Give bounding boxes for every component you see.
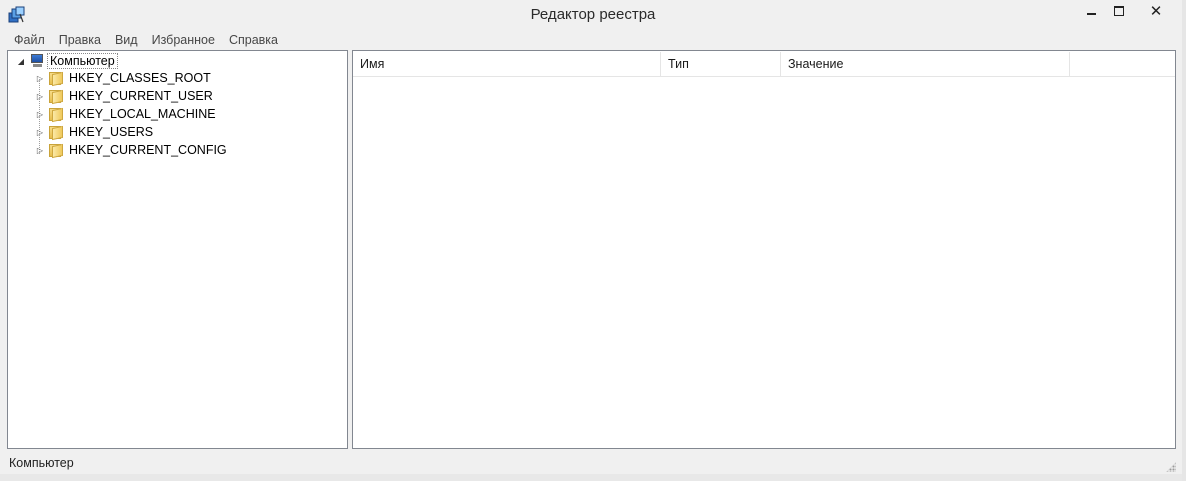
maximize-icon bbox=[1114, 6, 1124, 16]
header-divider bbox=[353, 76, 1175, 77]
menu-file[interactable]: Файл bbox=[7, 30, 52, 50]
column-header-value[interactable]: Значение bbox=[781, 52, 1070, 76]
window-bottom-edge bbox=[0, 474, 1186, 481]
window-title: Редактор реестра bbox=[530, 6, 656, 23]
close-button[interactable]: ✕ bbox=[1134, 0, 1178, 22]
tree-item-label[interactable]: HKEY_USERS bbox=[69, 125, 153, 139]
expand-arrow-icon[interactable]: ▷ bbox=[36, 146, 44, 155]
status-bar: Компьютер bbox=[0, 452, 1186, 474]
tree-item-label[interactable]: Компьютер bbox=[47, 53, 118, 69]
tree-item-hkcu[interactable]: ▷ HKEY_CURRENT_USER bbox=[36, 87, 213, 105]
column-header-type[interactable]: Тип bbox=[661, 52, 781, 76]
tree-item-computer[interactable]: ◢ Компьютер bbox=[17, 52, 118, 70]
title-bar[interactable]: Редактор реестра ✕ bbox=[0, 0, 1186, 30]
folder-icon bbox=[48, 107, 64, 122]
registry-values-pane[interactable]: Имя Тип Значение bbox=[352, 50, 1176, 449]
tree-item-hkcc[interactable]: ▷ HKEY_CURRENT_CONFIG bbox=[36, 141, 227, 159]
folder-icon bbox=[48, 71, 64, 86]
minimize-button[interactable] bbox=[1076, 0, 1106, 22]
menu-bar: Файл Правка Вид Избранное Справка bbox=[7, 30, 1179, 50]
maximize-button[interactable] bbox=[1104, 0, 1134, 22]
computer-icon bbox=[29, 54, 45, 68]
tree-item-label[interactable]: HKEY_CURRENT_USER bbox=[69, 89, 213, 103]
menu-edit[interactable]: Правка bbox=[52, 30, 108, 50]
menu-favorites[interactable]: Избранное bbox=[145, 30, 222, 50]
expand-arrow-icon[interactable]: ▷ bbox=[36, 92, 44, 101]
menu-help[interactable]: Справка bbox=[222, 30, 285, 50]
tree-item-hkcr[interactable]: ▷ HKEY_CLASSES_ROOT bbox=[36, 69, 211, 87]
tree-item-label[interactable]: HKEY_CLASSES_ROOT bbox=[69, 71, 211, 85]
close-icon: ✕ bbox=[1149, 2, 1163, 20]
tree-item-hku[interactable]: ▷ HKEY_USERS bbox=[36, 123, 153, 141]
column-header-filler bbox=[1070, 52, 1175, 76]
registry-editor-window: Редактор реестра ✕ Файл Правка Вид Избра… bbox=[0, 0, 1186, 481]
status-path: Компьютер bbox=[9, 456, 74, 470]
collapse-arrow-icon[interactable]: ◢ bbox=[17, 57, 25, 66]
column-header-name[interactable]: Имя bbox=[353, 52, 661, 76]
folder-icon bbox=[48, 125, 64, 140]
folder-icon bbox=[48, 89, 64, 104]
tree-item-label[interactable]: HKEY_LOCAL_MACHINE bbox=[69, 107, 216, 121]
expand-arrow-icon[interactable]: ▷ bbox=[36, 74, 44, 83]
tree-item-hklm[interactable]: ▷ HKEY_LOCAL_MACHINE bbox=[36, 105, 216, 123]
folder-icon bbox=[48, 143, 64, 158]
menu-view[interactable]: Вид bbox=[108, 30, 145, 50]
window-right-edge bbox=[1182, 0, 1186, 481]
minimize-icon bbox=[1086, 13, 1096, 15]
expand-arrow-icon[interactable]: ▷ bbox=[36, 128, 44, 137]
expand-arrow-icon[interactable]: ▷ bbox=[36, 110, 44, 119]
tree-item-label[interactable]: HKEY_CURRENT_CONFIG bbox=[69, 143, 227, 157]
